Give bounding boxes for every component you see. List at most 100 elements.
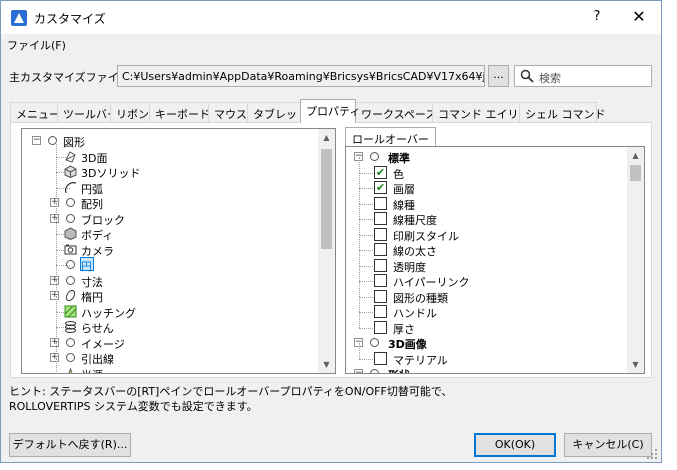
checkbox-checked[interactable]: ✔ (374, 165, 387, 179)
expand-icon[interactable]: + (50, 291, 59, 300)
menu-file[interactable]: ファイル(F) (7, 37, 66, 53)
checkbox[interactable] (374, 305, 387, 318)
tab-2[interactable]: リボン (110, 102, 150, 122)
tab-1[interactable]: ツールバー (57, 102, 118, 122)
property-scrollbar[interactable]: ▲ ▼ (627, 147, 644, 373)
cancel-button[interactable]: キャンセル(C) (564, 433, 652, 457)
checkbox[interactable] (374, 212, 387, 225)
property-item[interactable]: 線種尺度 (346, 203, 626, 227)
help-button[interactable]: ? (587, 7, 607, 27)
tab-7[interactable]: ワークスペース (355, 102, 436, 122)
tree-connector-line (56, 218, 57, 234)
property-item[interactable]: 線種 (346, 187, 626, 212)
entity-tree[interactable]: − 図形 3D面 3Dソリッド 円弧 + 配列 + ブロック ボディ カメラ円 + 寸法 + 楕円 ハッチング… (21, 128, 336, 374)
main-file-path-field[interactable]: C:¥Users¥admin¥AppData¥Roaming¥Bricsys¥B… (117, 65, 485, 87)
scroll-down-arrow-icon[interactable]: ▼ (627, 356, 644, 373)
property-item[interactable]: 印刷スタイル (346, 218, 626, 243)
expand-icon[interactable]: + (50, 198, 59, 207)
checkbox[interactable] (374, 196, 387, 210)
arc-icon (64, 181, 77, 194)
expand-icon[interactable]: + (50, 353, 59, 362)
reset-defaults-button[interactable]: デフォルトへ戻す(R)... (9, 433, 131, 457)
customize-dialog: カスタマイズ ? ✕ ファイル(F) 主カスタマイズファイル: C:¥Users… (0, 0, 662, 463)
close-button[interactable]: ✕ (628, 6, 650, 28)
tree-item[interactable]: 3D面 (22, 140, 320, 165)
tab-9[interactable]: シェル コマンド (519, 102, 606, 122)
tree-item[interactable]: + 配列 (22, 187, 320, 211)
tree-connector-line (359, 327, 373, 329)
tab-3[interactable]: キーボード (149, 102, 210, 122)
checkbox[interactable] (374, 243, 387, 256)
tab-4[interactable]: マウス (208, 102, 248, 122)
checkbox[interactable] (374, 227, 387, 241)
tree-item[interactable]: 円弧 (22, 171, 320, 196)
tree-item[interactable]: 3Dソリッド (22, 156, 320, 180)
scroll-thumb[interactable] (321, 149, 332, 249)
tab-8[interactable]: コマンド エイリアス (432, 102, 541, 122)
properties-tab-panel: − 図形 3D面 3Dソリッド 円弧 + 配列 + ブロック ボディ カメラ円 + 寸法 + 楕円 ハッチング… (10, 122, 652, 378)
tree-item[interactable]: + 寸法 (22, 264, 320, 289)
search-input[interactable]: 検索 (514, 65, 652, 87)
body-icon (64, 227, 77, 241)
checkbox[interactable] (374, 351, 387, 365)
tree-item[interactable]: カメラ (22, 233, 320, 258)
property-item[interactable]: ハイパーリンク (346, 265, 626, 289)
property-group[interactable]: − 標準 (346, 149, 626, 165)
property-group[interactable]: −3D画像 (346, 335, 626, 351)
tree-item[interactable]: ボディ (22, 218, 320, 242)
ok-button[interactable]: OK(OK) (474, 433, 556, 457)
tree-connector-line (359, 234, 373, 236)
property-list[interactable]: − 標準 ✔ 色 ✔ 画層 線種 線種尺度 印刷スタイル 線の太さ 透明度 ハイパーリンク 図形の種類ハ… (345, 146, 645, 374)
tree-item[interactable]: + 引出線 (22, 342, 320, 366)
tab-5[interactable]: タブレット (247, 102, 308, 122)
expand-icon[interactable]: + (50, 213, 59, 223)
scroll-up-arrow-icon[interactable]: ▲ (627, 147, 644, 164)
property-item[interactable]: 透明度 (346, 249, 626, 274)
property-group[interactable]: − 形状 (346, 366, 626, 373)
checkbox-checked[interactable]: ✔ (374, 181, 387, 194)
resize-grip-icon[interactable] (646, 448, 658, 460)
browse-button[interactable]: ... (488, 65, 509, 87)
title-bar[interactable]: カスタマイズ ? ✕ (1, 1, 661, 34)
tree-item[interactable]: + ブロック (22, 202, 320, 227)
tree-item[interactable]: 光源 (22, 357, 320, 373)
tree-connector-line (359, 188, 373, 189)
tree-item[interactable]: 円 (22, 249, 320, 273)
tree-connector-line (359, 203, 373, 205)
tree-connector-line (359, 342, 360, 359)
tree-item[interactable]: ハッチング (22, 295, 320, 320)
tree-item[interactable]: − 図形 (22, 133, 320, 149)
checkbox[interactable] (374, 289, 387, 303)
expand-icon[interactable]: + (50, 275, 59, 285)
search-icon (520, 69, 534, 83)
tree-connector-line (56, 295, 57, 312)
property-item[interactable]: 図形の種類 (346, 280, 626, 305)
tree-item[interactable]: + イメージ (22, 326, 320, 351)
circle-icon (66, 353, 75, 362)
property-item[interactable]: 厚さ (346, 311, 626, 336)
collapse-icon[interactable]: − (354, 369, 363, 373)
collapse-icon[interactable]: − (32, 136, 41, 145)
scroll-thumb[interactable] (630, 165, 641, 181)
property-item[interactable]: ✔ 画層 (346, 172, 626, 196)
camera-icon (64, 243, 77, 256)
tab-0[interactable]: メニュー (10, 102, 60, 122)
property-item[interactable]: ✔ 色 (346, 156, 626, 181)
tree-item[interactable]: + 楕円 (22, 280, 320, 304)
tab-6[interactable]: プロパティ (300, 99, 360, 123)
checkbox[interactable] (374, 274, 387, 287)
property-item[interactable]: ハンドル (346, 296, 626, 320)
tree-connector-line (56, 249, 57, 265)
circle-icon (370, 152, 379, 161)
tree-scrollbar[interactable]: ▲ ▼ (318, 129, 335, 373)
expand-icon[interactable]: + (50, 337, 59, 347)
checkbox[interactable] (374, 320, 387, 334)
3d-solid-icon (64, 165, 77, 179)
property-item[interactable]: マテリアル (346, 342, 626, 367)
tree-item[interactable]: らせん (22, 311, 320, 335)
tab-rollover[interactable]: ロールオーバー (345, 127, 436, 147)
scroll-down-arrow-icon[interactable]: ▼ (318, 356, 335, 373)
property-item[interactable]: 線の太さ (346, 234, 626, 258)
scroll-up-arrow-icon[interactable]: ▲ (318, 129, 335, 146)
checkbox[interactable] (374, 258, 387, 272)
